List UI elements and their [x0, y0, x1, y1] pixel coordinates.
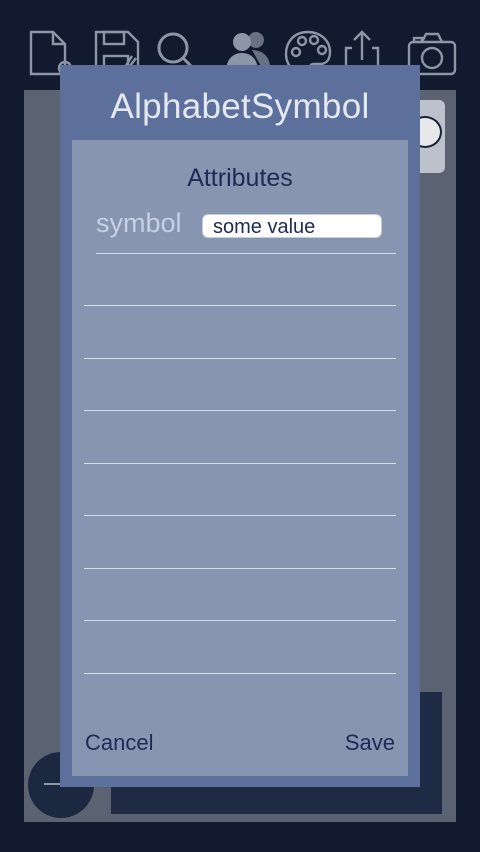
attributes-dialog: AlphabetSymbol Attributes symbol some va…: [60, 65, 420, 787]
dialog-title: AlphabetSymbol: [110, 87, 370, 126]
row-divider: [96, 253, 396, 254]
attribute-value-input[interactable]: some value: [202, 214, 382, 238]
row-divider: [84, 568, 396, 569]
row-divider: [84, 463, 396, 464]
row-divider: [84, 410, 396, 411]
row-divider: [84, 673, 396, 674]
row-divider: [84, 305, 396, 306]
attribute-name-label: symbol: [96, 208, 182, 238]
save-button[interactable]: Save: [345, 730, 395, 756]
section-title: Attributes: [187, 164, 293, 192]
row-divider: [84, 358, 396, 359]
row-divider: [84, 620, 396, 621]
cancel-button[interactable]: Cancel: [85, 730, 153, 756]
attributes-panel: Attributes symbol some value Cancel Save: [72, 140, 408, 776]
row-divider: [84, 515, 396, 516]
